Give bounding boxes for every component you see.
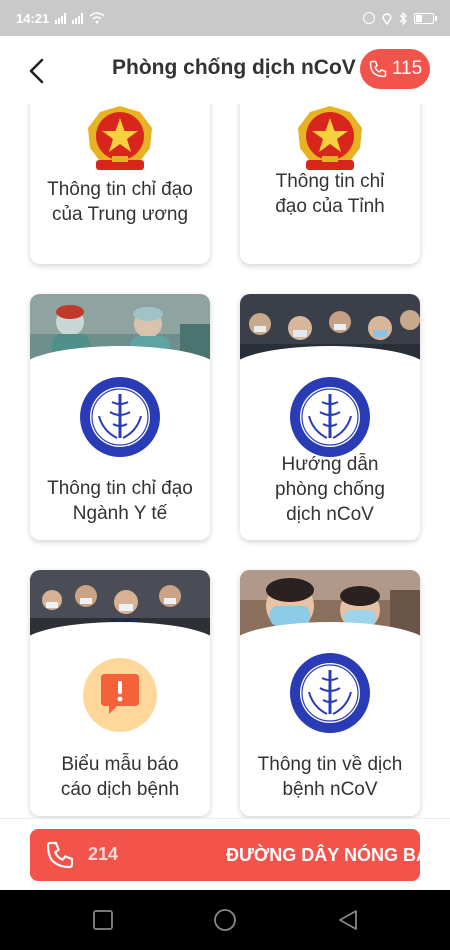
- hotline-banner-button[interactable]: 214 ĐƯỜNG DÂY NÓNG BA: [30, 829, 420, 881]
- recent-apps-icon[interactable]: [91, 908, 115, 932]
- card-provincial-directives[interactable]: Thông tin chỉ đạo của Tỉnh: [240, 104, 420, 264]
- status-bar: 14:21: [0, 0, 450, 36]
- card-disease-report-forms[interactable]: Biểu mẫu báo cáo dịch bệnh: [30, 570, 210, 816]
- card-health-sector-directives[interactable]: Thông tin chỉ đạo Ngành Y tế: [30, 294, 210, 540]
- card-central-directives[interactable]: Thông tin chỉ đạo của Trung ương: [30, 104, 210, 264]
- card-ncov-disease-info[interactable]: Thông tin về dịch bệnh nCoV: [240, 570, 420, 816]
- back-arrow-icon[interactable]: [22, 56, 52, 86]
- hotline-number: 115: [391, 58, 423, 79]
- bluetooth-icon: [399, 11, 407, 25]
- wifi-icon: [89, 12, 105, 24]
- health-department-seal-icon: [79, 376, 161, 458]
- card-label: Thông tin chỉ đạo của Trung ương: [47, 179, 193, 225]
- health-department-seal-icon: [289, 376, 371, 458]
- status-time: 14:21: [16, 10, 50, 26]
- health-department-seal-icon: [289, 652, 371, 734]
- home-icon[interactable]: [213, 908, 237, 932]
- hotline-marquee-text: ĐƯỜNG DÂY NÓNG BA: [226, 845, 420, 865]
- card-label: Thông tin chỉ đạo Ngành Y tế: [47, 478, 193, 524]
- back-triangle-icon[interactable]: [336, 908, 360, 932]
- hotline-115-button[interactable]: 115: [360, 49, 430, 89]
- app-header: Phòng chống dịch nCoV 115: [0, 36, 450, 104]
- signal-icon: [72, 12, 84, 24]
- phone-icon: [369, 60, 387, 78]
- bottom-hotline-area: 214 ĐƯỜNG DÂY NÓNG BA: [0, 818, 450, 890]
- card-label: Thông tin về dịch bệnh nCoV: [257, 754, 403, 800]
- system-nav-bar: [0, 890, 450, 950]
- card-ncov-prevention-guide[interactable]: Hướng dẫn phòng chống dịch nCoV: [240, 294, 420, 540]
- alarm-icon: [363, 12, 375, 24]
- report-alert-icon: [83, 658, 157, 732]
- hotline-number: 214: [88, 844, 119, 864]
- battery-icon: [414, 12, 437, 24]
- signal-icon: [55, 12, 67, 24]
- national-emblem-icon: [292, 104, 368, 176]
- national-emblem-icon: [82, 104, 158, 176]
- card-label: Biểu mẫu báo cáo dịch bệnh: [60, 754, 180, 800]
- page-title: Phòng chống dịch nCoV: [112, 56, 356, 79]
- card-label: Thông tin chỉ đạo của Tỉnh: [275, 171, 385, 217]
- card-label: Hướng dẫn phòng chống dịch nCoV: [275, 454, 385, 525]
- content-grid: Thông tin chỉ đạo của Trung ương Thông t…: [0, 104, 450, 818]
- location-icon: [382, 12, 392, 25]
- phone-icon: [46, 841, 74, 869]
